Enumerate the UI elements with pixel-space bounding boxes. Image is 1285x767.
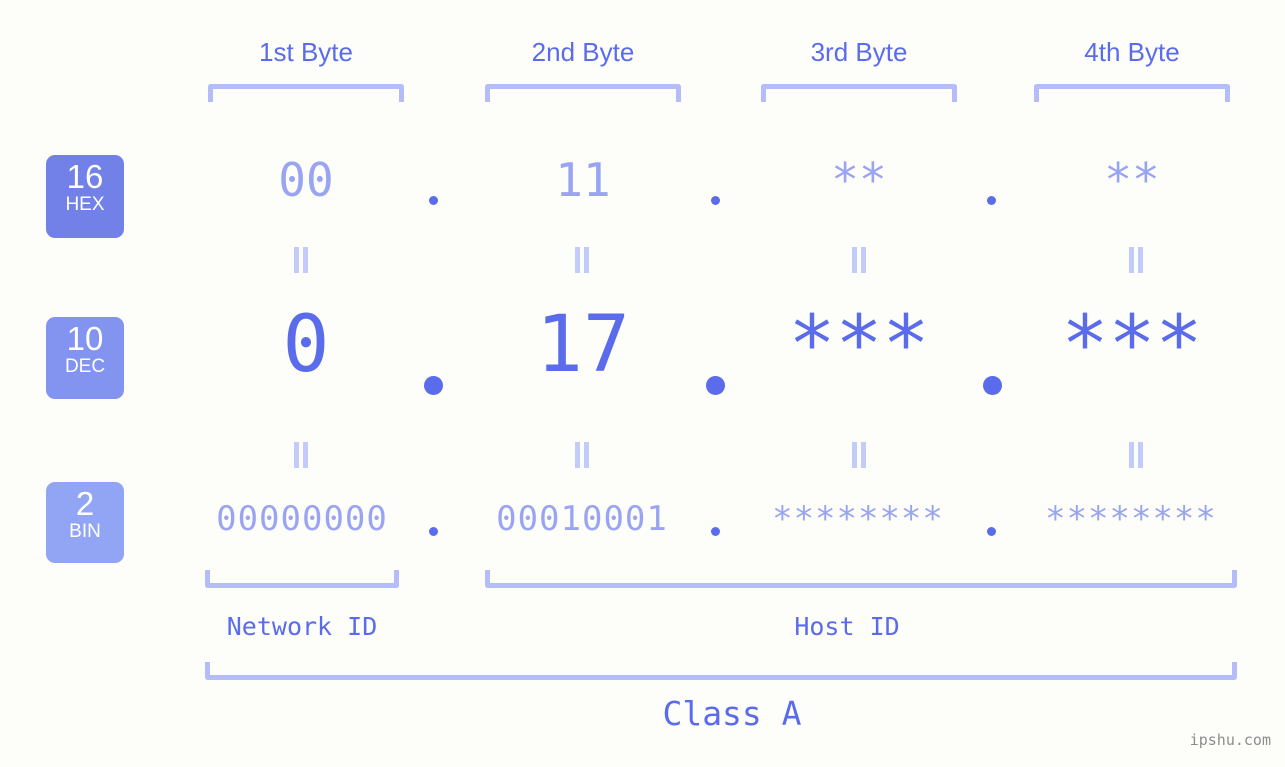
byte-bracket-4	[1034, 84, 1230, 102]
equals-icon-hex-dec-1	[294, 247, 308, 273]
byte-header-4: 4th Byte	[1033, 30, 1231, 74]
equals-icon-hex-dec-4	[1129, 247, 1143, 273]
ip-address-breakdown-diagram: 1st Byte 2nd Byte 3rd Byte 4th Byte 16 H…	[0, 0, 1285, 767]
byte-header-2: 2nd Byte	[484, 30, 682, 74]
equals-icon-dec-bin-3	[852, 442, 866, 468]
base-badge-bin-number: 2	[75, 485, 95, 522]
base-badge-bin: 2 BIN	[46, 482, 124, 563]
host-id-bracket	[485, 570, 1237, 588]
network-id-bracket	[205, 570, 399, 588]
byte-header-3-label: 3rd Byte	[810, 37, 908, 67]
dec-byte-3: ***	[788, 300, 930, 390]
byte-header-1: 1st Byte	[206, 30, 406, 74]
byte-header-3: 3rd Byte	[760, 30, 958, 74]
watermark: ipshu.com	[1189, 731, 1271, 749]
host-id-label: Host ID	[794, 612, 900, 641]
equals-icon-dec-bin-1	[294, 442, 308, 468]
network-id-label: Network ID	[226, 612, 378, 641]
equals-icon-dec-bin-2	[575, 442, 589, 468]
dec-byte-4: ***	[1061, 300, 1203, 390]
hex-byte-1: 00	[278, 153, 334, 207]
dec-byte-2: 17	[536, 300, 630, 390]
base-badge-bin-label: BIN	[69, 521, 101, 542]
bin-byte-2: 00010001	[496, 499, 668, 539]
bin-byte-1: 00000000	[216, 499, 388, 539]
base-badge-hex-label: HEX	[65, 194, 105, 215]
byte-bracket-2	[485, 84, 681, 102]
equals-icon-hex-dec-3	[852, 247, 866, 273]
base-badge-dec-label: DEC	[64, 356, 106, 377]
dec-separator-2	[706, 376, 725, 395]
class-bracket	[205, 662, 1237, 680]
byte-header-4-label: 4th Byte	[1084, 37, 1180, 67]
dec-separator-1	[424, 376, 443, 395]
byte-header-2-label: 2nd Byte	[531, 37, 635, 67]
byte-bracket-3	[761, 84, 957, 102]
bin-separator-2	[711, 527, 720, 536]
base-badge-hex-number: 16	[66, 158, 104, 195]
equals-icon-hex-dec-2	[575, 247, 589, 273]
hex-byte-3: **	[831, 153, 887, 207]
byte-header-1-label: 1st Byte	[259, 37, 353, 67]
bin-separator-1	[429, 527, 438, 536]
byte-bracket-1	[208, 84, 404, 102]
hex-separator-3	[987, 196, 996, 205]
hex-separator-1	[429, 196, 438, 205]
base-badge-dec-number: 10	[66, 320, 104, 357]
bin-byte-3: ********	[772, 499, 944, 539]
bin-separator-3	[987, 527, 996, 536]
equals-icon-dec-bin-4	[1129, 442, 1143, 468]
class-label: Class A	[662, 694, 802, 733]
dec-separator-3	[983, 376, 1002, 395]
hex-separator-2	[711, 196, 720, 205]
dec-byte-1: 0	[282, 300, 330, 390]
hex-byte-4: **	[1104, 153, 1160, 207]
base-badge-dec: 10 DEC	[46, 317, 124, 399]
base-badge-hex: 16 HEX	[46, 155, 124, 238]
bin-byte-4: ********	[1045, 499, 1217, 539]
hex-byte-2: 11	[555, 153, 611, 207]
